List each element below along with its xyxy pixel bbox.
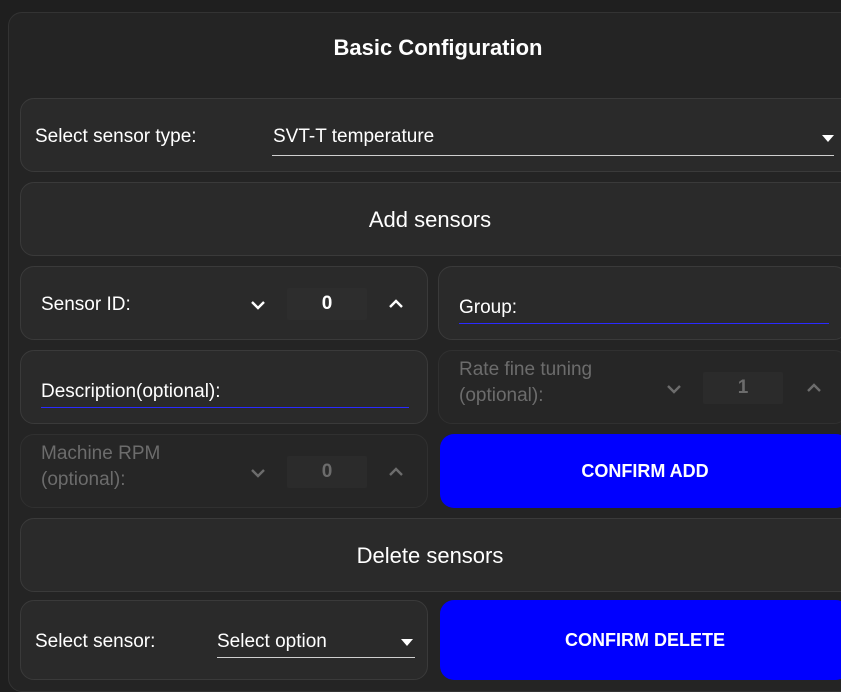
chevron-down-icon[interactable] bbox=[247, 462, 269, 484]
machine-rpm-value[interactable]: 0 bbox=[287, 456, 367, 488]
select-sensor-row: Select sensor: Select option bbox=[20, 600, 428, 680]
sensor-type-label: Select sensor type: bbox=[35, 126, 197, 147]
sensor-type-select[interactable]: SVT-T temperature bbox=[273, 126, 434, 148]
group-input[interactable]: Group: bbox=[459, 297, 517, 319]
chevron-up-icon[interactable] bbox=[803, 377, 825, 399]
machine-rpm-label-line1: Machine RPM bbox=[41, 443, 161, 464]
dropdown-caret-icon[interactable] bbox=[401, 639, 413, 646]
sensor-type-row: Select sensor type: SVT-T temperature bbox=[20, 98, 841, 172]
chevron-up-icon[interactable] bbox=[385, 461, 407, 483]
description-input[interactable]: Description(optional): bbox=[41, 381, 221, 403]
rate-fine-tuning-value[interactable]: 1 bbox=[703, 372, 783, 404]
rate-fine-tuning-label-line1: Rate fine tuning bbox=[459, 359, 593, 380]
sensor-id-value[interactable]: 0 bbox=[287, 288, 367, 320]
rate-fine-tuning-label-line2: (optional): bbox=[459, 385, 544, 406]
add-sensors-header: Add sensors bbox=[20, 182, 841, 256]
description-underline bbox=[41, 407, 409, 408]
delete-sensors-header: Delete sensors bbox=[20, 518, 841, 592]
confirm-delete-button[interactable]: CONFIRM DELETE bbox=[440, 600, 841, 680]
dropdown-caret-icon[interactable] bbox=[822, 135, 834, 142]
sensor-type-underline bbox=[272, 155, 834, 156]
add-sensors-title: Add sensors bbox=[368, 207, 492, 232]
machine-rpm-label-line2: (optional): bbox=[41, 469, 126, 490]
group-row: Group: bbox=[438, 266, 841, 340]
description-row: Description(optional): bbox=[20, 350, 428, 424]
confirm-add-button[interactable]: CONFIRM ADD bbox=[440, 434, 841, 508]
rate-fine-tuning-row: Rate fine tuning (optional): 1 bbox=[438, 350, 841, 424]
group-underline bbox=[459, 323, 829, 324]
select-sensor-dropdown[interactable]: Select option bbox=[217, 631, 327, 653]
chevron-down-icon[interactable] bbox=[247, 294, 269, 316]
delete-sensors-title: Delete sensors bbox=[356, 543, 504, 568]
select-sensor-underline bbox=[217, 657, 415, 658]
select-sensor-label: Select sensor: bbox=[35, 631, 156, 652]
chevron-down-icon[interactable] bbox=[663, 378, 685, 400]
chevron-up-icon[interactable] bbox=[385, 293, 407, 315]
sensor-id-row: Sensor ID: 0 bbox=[20, 266, 428, 340]
machine-rpm-row: Machine RPM (optional): 0 bbox=[20, 434, 428, 508]
basic-configuration-title: Basic Configuration bbox=[333, 35, 543, 60]
sensor-id-label: Sensor ID: bbox=[41, 294, 131, 315]
